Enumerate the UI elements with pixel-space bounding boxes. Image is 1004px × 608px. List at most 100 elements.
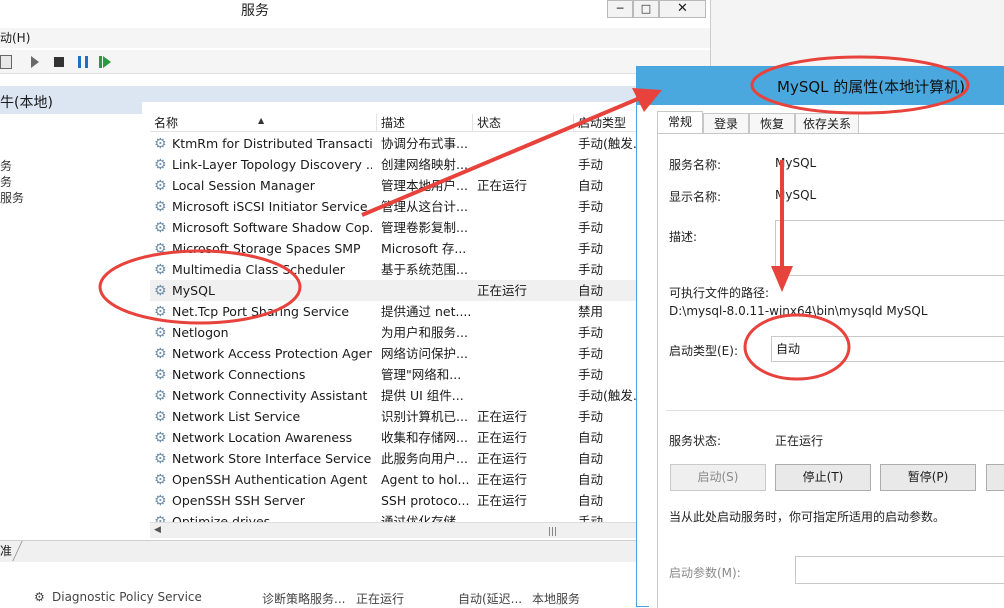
- table-row[interactable]: ⚙ Network Location Awareness 收集和存储网... 正在运行…: [150, 427, 638, 448]
- resume-button[interactable]: [986, 464, 1004, 491]
- service-description: 诊断策略服务...: [262, 592, 346, 606]
- service-name-value: MySQL: [775, 156, 817, 170]
- service-description: 此服务向用户...: [381, 451, 468, 466]
- table-row[interactable]: ⚙ Microsoft Software Shadow Cop... 管理卷影复制.…: [150, 217, 638, 238]
- column-header-status[interactable]: 状态: [473, 114, 574, 132]
- table-row[interactable]: ⚙ OpenSSH SSH Server SSH protoco... 正在运行 自动: [150, 490, 638, 511]
- pause-service-icon[interactable]: [78, 56, 88, 68]
- gear-icon: ⚙: [154, 220, 167, 236]
- gear-icon: ⚙: [154, 472, 167, 488]
- service-name-label: 服务名称:: [669, 158, 722, 172]
- table-row[interactable]: ⚙ Netlogon 为用户和服务... 手动: [150, 322, 638, 343]
- general-tab-panel: 服务名称: MySQL 显示名称: MySQL 描述: 可执行文件的路径: D:…: [657, 133, 1004, 608]
- background-services-list: ⚙ Diagnostic Policy Service 诊断策略服务... 正在…: [0, 562, 710, 607]
- service-description: Agent to hol...: [381, 472, 470, 487]
- stop-button[interactable]: 停止(T): [775, 464, 871, 491]
- service-startup-type: 自动: [578, 451, 604, 466]
- service-description: 收集和存储网...: [381, 430, 468, 445]
- view-tab-strip: 准: [0, 540, 636, 562]
- service-description: 创建网络映射...: [381, 157, 468, 172]
- tree-item[interactable]: 务: [0, 157, 12, 174]
- menu-item-action[interactable]: 动(H): [0, 30, 30, 46]
- tab-dependencies[interactable]: 依存关系: [795, 113, 859, 135]
- table-row[interactable]: ⚙ Multimedia Class Scheduler 基于系统范围... 手动: [150, 259, 638, 280]
- service-startup-type: 手动: [578, 199, 604, 214]
- divider: [666, 410, 1004, 411]
- service-status-value: 正在运行: [775, 434, 824, 448]
- minimize-button[interactable]: ─: [607, 0, 633, 18]
- service-startup-type: 手动: [578, 409, 604, 424]
- service-startup-type: 自动: [578, 178, 604, 193]
- scroll-thumb[interactable]: |||: [548, 527, 557, 537]
- close-button[interactable]: ✕: [659, 0, 706, 18]
- restart-service-icon[interactable]: [99, 56, 111, 68]
- table-row[interactable]: ⚙ Microsoft iSCSI Initiator Service 管理从这台计…: [150, 196, 638, 217]
- background-window: [710, 0, 1004, 70]
- table-row[interactable]: ⚙ Network Store Interface Service 此服务向用户..…: [150, 448, 638, 469]
- window-title: 服务: [241, 3, 269, 19]
- table-row[interactable]: ⚙ KtmRm for Distributed Transacti... 协调分布式…: [150, 133, 638, 154]
- service-name: Network List Service: [172, 409, 301, 424]
- service-description: 提供通过 net....: [381, 304, 471, 319]
- service-description: 管理本地用户...: [381, 178, 468, 193]
- gear-icon: ⚙: [154, 451, 167, 467]
- gear-icon: ⚙: [154, 346, 167, 362]
- horizontal-scrollbar[interactable]: ◀ |||: [150, 522, 638, 538]
- table-row[interactable]: ⚙ OpenSSH Authentication Agent Agent to ho…: [150, 469, 638, 490]
- startup-type-label: 启动类型(E):: [669, 344, 738, 358]
- service-startup-type: 手动: [578, 262, 604, 277]
- service-name: Link-Layer Topology Discovery ...: [172, 157, 372, 172]
- pause-button[interactable]: 暂停(P): [880, 464, 976, 491]
- service-status: 正在运行: [477, 472, 528, 487]
- dialog-title: MySQL 的属性(本地计算机): [777, 78, 965, 96]
- tab-logon[interactable]: 登录: [703, 113, 749, 135]
- description-field[interactable]: [775, 220, 1004, 276]
- tree-item[interactable]: 服务: [0, 189, 24, 206]
- table-row[interactable]: ⚙ MySQL 正在运行 自动: [150, 280, 638, 301]
- service-name: Diagnostic Policy Service: [52, 590, 202, 604]
- scroll-left-icon[interactable]: ◀: [154, 525, 161, 535]
- service-description: 协调分布式事...: [381, 136, 468, 151]
- service-description: SSH protoco...: [381, 493, 470, 508]
- service-logon: 本地服务: [532, 592, 581, 606]
- start-params-label: 启动参数(M):: [669, 566, 741, 580]
- table-row[interactable]: ⚙ Local Session Manager 管理本地用户... 正在运行 自动: [150, 175, 638, 196]
- service-name: Network Connectivity Assistant: [172, 388, 368, 403]
- exe-path-label: 可执行文件的路径:: [669, 286, 770, 300]
- column-header-description[interactable]: 描述: [377, 114, 473, 132]
- table-row[interactable]: ⚙ Network Connections 管理"网络和... 手动: [150, 364, 638, 385]
- start-service-icon[interactable]: [31, 56, 39, 68]
- tab-recovery[interactable]: 恢复: [749, 113, 795, 135]
- stop-service-icon[interactable]: [54, 57, 64, 67]
- service-name: OpenSSH SSH Server: [172, 493, 305, 508]
- dialog-body: 常规 登录 恢复 依存关系 服务名称: MySQL 显示名称: MySQL 描述…: [649, 105, 1004, 608]
- service-description: 网络访问保护...: [381, 346, 468, 361]
- service-status: 正在运行: [477, 430, 528, 445]
- start-button[interactable]: 启动(S): [670, 464, 766, 491]
- table-row[interactable]: ⚙ Network Connectivity Assistant 提供 UI 组件.…: [150, 385, 638, 406]
- table-row[interactable]: ⚙ Microsoft Storage Spaces SMP Microsoft 存…: [150, 238, 638, 259]
- grid-view-icon[interactable]: [0, 55, 12, 69]
- table-row[interactable]: ⚙ Network Access Protection Agent 网络访问保护..…: [150, 343, 638, 364]
- menu-bar: 动(H): [0, 28, 710, 48]
- description-label: 描述:: [669, 230, 698, 244]
- gear-icon: ⚙: [154, 493, 167, 509]
- table-row[interactable]: ⚙ Diagnostic Policy Service 诊断策略服务... 正在…: [0, 590, 710, 607]
- table-row[interactable]: ⚙ Network List Service 识别计算机已... 正在运行 手动: [150, 406, 638, 427]
- exe-path-value: D:\mysql-8.0.11-winx64\bin\mysqld MySQL: [669, 304, 928, 318]
- startup-type-select[interactable]: 自动: [771, 336, 1004, 362]
- service-name: Microsoft Storage Spaces SMP: [172, 241, 361, 256]
- service-name: Local Session Manager: [172, 178, 315, 193]
- service-description: 识别计算机已...: [381, 409, 468, 424]
- display-name-value[interactable]: MySQL: [775, 188, 816, 202]
- table-row[interactable]: ⚙ Link-Layer Topology Discovery ... 创建网络映射…: [150, 154, 638, 175]
- service-startup-type: 自动: [578, 283, 604, 298]
- service-name: Microsoft Software Shadow Cop...: [172, 220, 372, 235]
- gear-icon: ⚙: [154, 136, 167, 152]
- tree-item[interactable]: 务: [0, 173, 12, 190]
- table-row[interactable]: ⚙ Net.Tcp Port Sharing Service 提供通过 net...…: [150, 301, 638, 322]
- column-header-startup-type[interactable]: 启动类型: [574, 114, 638, 132]
- start-params-input[interactable]: [795, 556, 1004, 584]
- maximize-button[interactable]: □: [633, 0, 659, 18]
- service-startup-type: 手动: [578, 346, 604, 361]
